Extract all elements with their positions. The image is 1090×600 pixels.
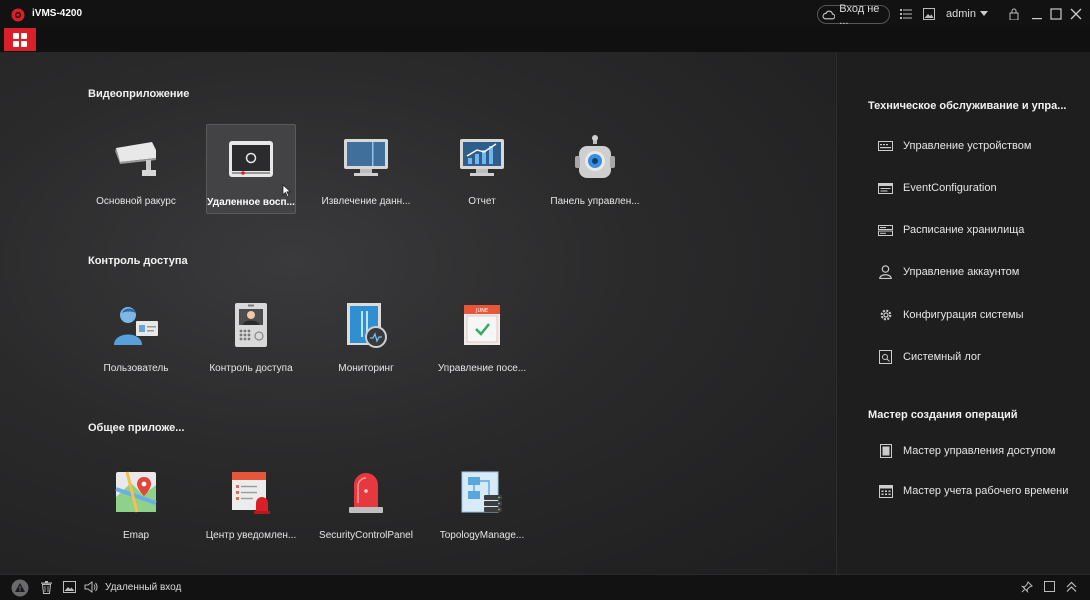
login-status-button[interactable]: Вход не ...: [817, 2, 890, 27]
report-chart-icon: [460, 139, 504, 176]
side-item-device-management[interactable]: Управление устройством: [878, 138, 1031, 154]
storage-icon: [878, 223, 893, 237]
topology-icon: [461, 471, 502, 513]
task-list-icon[interactable]: [900, 8, 912, 20]
collapse-up-icon[interactable]: [1066, 581, 1077, 593]
app-tile-topology-management[interactable]: TopologyManage...: [437, 458, 527, 548]
attendance-wizard-icon: [878, 484, 893, 498]
side-item-system-configuration[interactable]: Конфигурация системы: [878, 307, 1024, 323]
image-icon[interactable]: [923, 8, 935, 20]
section-title-general: Общее приложе...: [88, 422, 185, 434]
maximize-icon[interactable]: [1050, 8, 1062, 20]
side-item-label: Мастер управления доступом: [903, 445, 1056, 457]
event-config-icon: [878, 181, 893, 195]
account-icon: [878, 265, 893, 279]
side-item-label: Управление устройством: [903, 140, 1032, 152]
app-tile-remote-playback[interactable]: Удаленное восп...: [206, 124, 296, 214]
app-tile-access-control[interactable]: Контроль доступа: [206, 291, 296, 381]
minimize-icon[interactable]: [1031, 8, 1043, 20]
menu-bar: [0, 28, 1090, 52]
side-item-storage-schedule[interactable]: Расписание хранилища: [878, 222, 1024, 238]
status-bar: Удаленный вход: [0, 574, 1090, 600]
notification-center-icon: [232, 472, 270, 514]
app-label: Удаленное восп...: [207, 197, 295, 208]
app-tile-user[interactable]: Пользователь: [91, 291, 181, 381]
app-tile-control-panel[interactable]: Панель управлен...: [550, 124, 640, 214]
side-item-label: EventConfiguration: [903, 182, 997, 194]
grid-icon: [13, 32, 27, 47]
app-tile-main-view[interactable]: Основной ракурс: [91, 124, 181, 214]
home-button[interactable]: [4, 28, 36, 51]
login-status-label: Вход не ...: [839, 2, 880, 27]
close-icon[interactable]: [1070, 8, 1082, 20]
app-label: Emap: [122, 530, 150, 541]
lock-icon[interactable]: [1008, 8, 1020, 20]
intercom-icon: [235, 303, 267, 347]
side-item-label: Управление аккаунтом: [903, 266, 1020, 278]
svg-text:JUNE: JUNE: [475, 308, 488, 314]
section-title-video: Видеоприложение: [88, 88, 190, 100]
side-title-wizard: Мастер создания операций: [868, 409, 1018, 421]
door-monitor-icon: [347, 303, 387, 348]
side-item-label: Мастер учета рабочего времени: [903, 485, 1069, 497]
image-icon[interactable]: [63, 581, 76, 593]
app-label: Извлечение данн...: [321, 196, 411, 207]
map-pin-icon: [115, 471, 157, 513]
robot-panel-icon: [575, 135, 615, 178]
pin-icon[interactable]: [1021, 581, 1033, 593]
app-label: Панель управлен...: [550, 196, 640, 207]
app-label: Мониторинг: [338, 363, 394, 374]
side-item-label: Системный лог: [903, 351, 982, 363]
monitor-icon: [344, 139, 388, 176]
app-tile-attendance[interactable]: JUNE Управление посе...: [437, 291, 527, 381]
app-label: Основной ракурс: [96, 196, 176, 207]
speaker-icon[interactable]: [84, 581, 98, 593]
title-bar: iVMS-4200 Вход не ... admin: [0, 0, 1090, 28]
mouse-cursor-icon: [282, 184, 292, 198]
side-item-system-log[interactable]: Системный лог: [878, 349, 981, 365]
app-tile-report[interactable]: Отчет: [437, 124, 527, 214]
app-tile-security-control-panel[interactable]: SecurityControlPanel: [319, 458, 413, 548]
camera-icon: [115, 142, 156, 176]
app-label: TopologyManage...: [439, 530, 525, 541]
warning-icon[interactable]: [11, 579, 29, 597]
section-title-access: Контроль доступа: [88, 255, 188, 267]
status-text: Удаленный вход: [105, 582, 182, 593]
user-caret-icon[interactable]: [980, 11, 988, 16]
gear-icon: [878, 308, 893, 322]
access-wizard-icon: [878, 444, 893, 458]
side-item-label: Конфигурация системы: [903, 309, 1024, 321]
user-name[interactable]: admin: [946, 8, 976, 20]
alarm-light-icon: [349, 473, 383, 513]
app-logo-icon: [11, 8, 25, 22]
app-tile-emap[interactable]: Emap: [91, 458, 181, 548]
window-icon[interactable]: [1044, 581, 1055, 592]
side-item-attendance-wizard[interactable]: Мастер учета рабочего времени: [878, 483, 1068, 499]
app-label: Пользователь: [103, 363, 169, 374]
trash-icon[interactable]: [41, 581, 52, 594]
app-label: SecurityControlPanel: [319, 530, 413, 541]
calendar-icon: JUNE: [464, 305, 500, 345]
app-label: Отчет: [468, 196, 496, 207]
playback-icon: [229, 141, 273, 177]
app-title: iVMS-4200: [32, 8, 83, 19]
app-tile-monitoring[interactable]: Мониторинг: [321, 291, 411, 381]
cloud-icon: [822, 10, 836, 19]
app-tile-data-retrieval[interactable]: Извлечение данн...: [321, 124, 411, 214]
app-label: Центр уведомлен...: [205, 530, 297, 541]
log-icon: [878, 350, 893, 364]
side-item-event-configuration[interactable]: EventConfiguration: [878, 180, 997, 196]
person-card-icon: [114, 307, 158, 345]
device-icon: [878, 139, 893, 153]
app-label: Управление посе...: [437, 363, 527, 374]
side-item-access-wizard[interactable]: Мастер управления доступом: [878, 443, 1056, 459]
side-title-maintenance: Техническое обслуживание и упра...: [868, 100, 1067, 112]
app-label: Контроль доступа: [209, 363, 293, 374]
side-item-account-management[interactable]: Управление аккаунтом: [878, 264, 1019, 280]
app-tile-notification-center[interactable]: Центр уведомлен...: [206, 458, 296, 548]
side-item-label: Расписание хранилища: [903, 224, 1025, 236]
